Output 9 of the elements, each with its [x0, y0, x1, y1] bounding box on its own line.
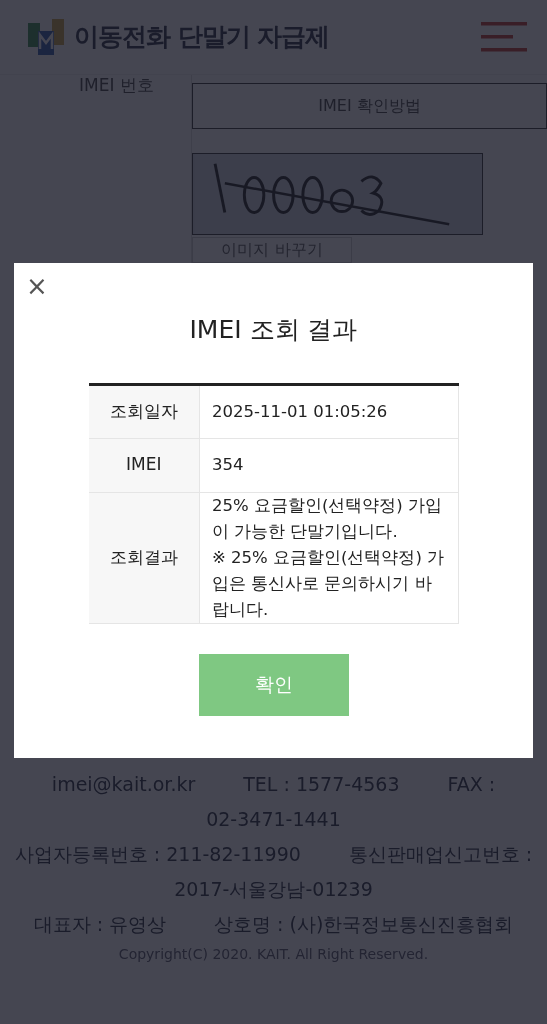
table-header-cell: IMEI	[88, 438, 200, 492]
close-button[interactable]: ×	[26, 272, 48, 300]
dialog-title: IMEI 조회 결과	[188, 314, 359, 346]
table-header-cell: 조회일자	[88, 384, 200, 438]
table-cell: 25% 요금할인(선택약정) 가입이 가능한 단말기입니다. ※ 25% 요금할인(선택약정) 가입은 통신사로 문의하시기 바랍니다.	[199, 492, 458, 623]
confirm-button[interactable]: 확인	[198, 653, 349, 716]
table-header-cell: 조회결과	[88, 492, 200, 623]
table-cell: 2025-11-01 01:05:26	[199, 384, 458, 438]
table-cell: 354	[199, 438, 458, 492]
